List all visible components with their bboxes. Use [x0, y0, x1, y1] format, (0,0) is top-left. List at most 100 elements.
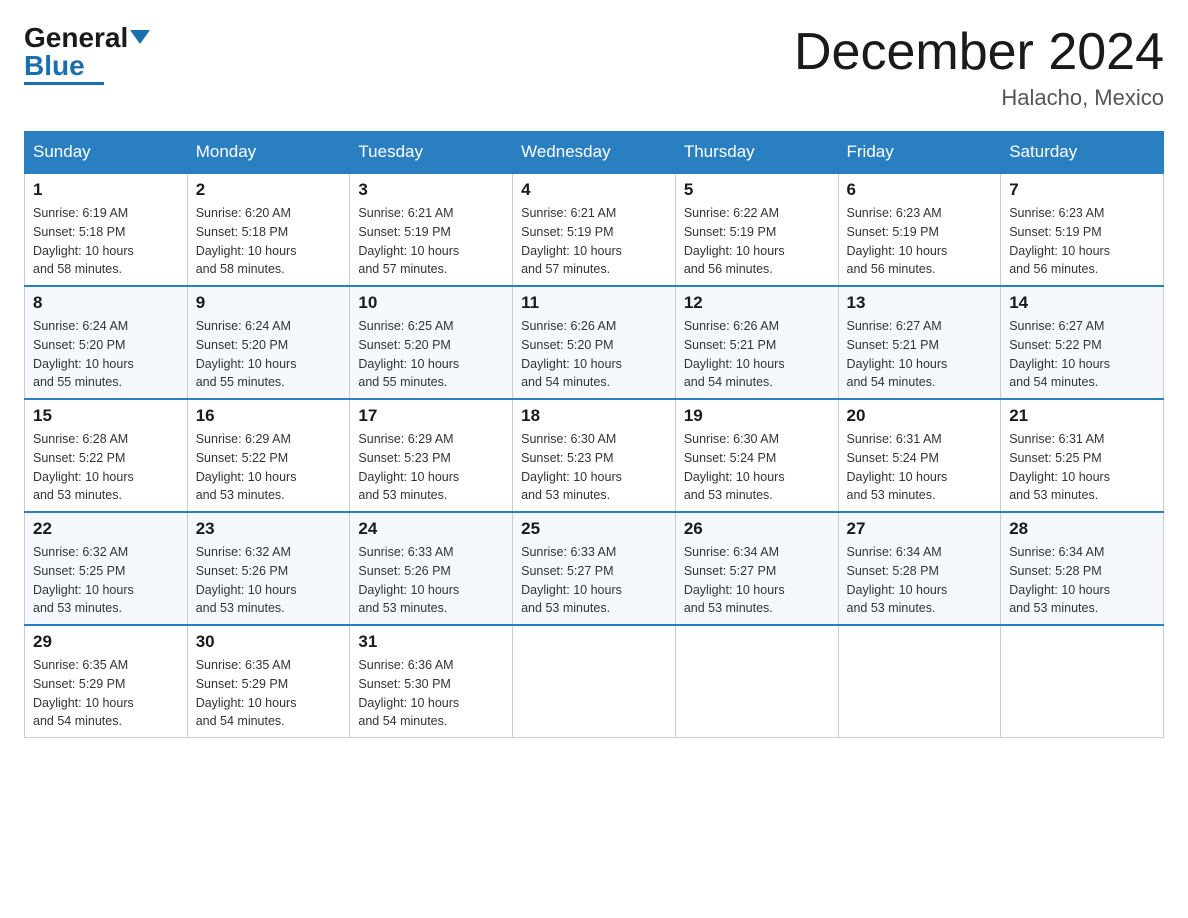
calendar-cell: 3 Sunrise: 6:21 AMSunset: 5:19 PMDaylight… — [350, 173, 513, 286]
day-number: 31 — [358, 632, 504, 652]
week-row-3: 15 Sunrise: 6:28 AMSunset: 5:22 PMDayligh… — [25, 399, 1164, 512]
day-number: 15 — [33, 406, 179, 426]
calendar-cell: 31 Sunrise: 6:36 AMSunset: 5:30 PMDayligh… — [350, 625, 513, 738]
calendar-cell: 24 Sunrise: 6:33 AMSunset: 5:26 PMDayligh… — [350, 512, 513, 625]
column-header-sunday: Sunday — [25, 132, 188, 174]
calendar-cell: 10Sunrise: 6:25 AMSunset: 5:20 PMDayligh… — [350, 286, 513, 399]
calendar-cell: 2Sunrise: 6:20 AMSunset: 5:18 PMDaylight… — [187, 173, 350, 286]
day-info: Sunrise: 6:27 AMSunset: 5:22 PMDaylight:… — [1009, 317, 1155, 392]
day-info: Sunrise: 6:32 AMSunset: 5:25 PMDaylight:… — [33, 543, 179, 618]
day-number: 26 — [684, 519, 830, 539]
day-info: Sunrise: 6:32 AMSunset: 5:26 PMDaylight:… — [196, 543, 342, 618]
calendar-cell: 18 Sunrise: 6:30 AMSunset: 5:23 PMDayligh… — [513, 399, 676, 512]
day-info: Sunrise: 6:19 AMSunset: 5:18 PMDaylight:… — [33, 204, 179, 279]
logo-blue: Blue — [24, 50, 85, 81]
calendar-table: SundayMondayTuesdayWednesdayThursdayFrid… — [24, 131, 1164, 738]
column-header-monday: Monday — [187, 132, 350, 174]
day-info: Sunrise: 6:27 AMSunset: 5:21 PMDaylight:… — [847, 317, 993, 392]
day-number: 12 — [684, 293, 830, 313]
calendar-cell: 1 Sunrise: 6:19 AMSunset: 5:18 PMDaylight… — [25, 173, 188, 286]
day-number: 29 — [33, 632, 179, 652]
calendar-cell: 11Sunrise: 6:26 AMSunset: 5:20 PMDayligh… — [513, 286, 676, 399]
column-header-saturday: Saturday — [1001, 132, 1164, 174]
day-number: 4 — [521, 180, 667, 200]
calendar-cell: 13Sunrise: 6:27 AMSunset: 5:21 PMDayligh… — [838, 286, 1001, 399]
day-number: 20 — [847, 406, 993, 426]
column-header-tuesday: Tuesday — [350, 132, 513, 174]
month-title: December 2024 — [794, 24, 1164, 81]
day-number: 10 — [358, 293, 504, 313]
logo-triangle-icon — [130, 30, 150, 44]
day-number: 5 — [684, 180, 830, 200]
calendar-cell: 25 Sunrise: 6:33 AMSunset: 5:27 PMDayligh… — [513, 512, 676, 625]
day-number: 27 — [847, 519, 993, 539]
day-info: Sunrise: 6:34 AMSunset: 5:28 PMDaylight:… — [847, 543, 993, 618]
calendar-cell: 5 Sunrise: 6:22 AMSunset: 5:19 PMDaylight… — [675, 173, 838, 286]
calendar-cell: 19Sunrise: 6:30 AMSunset: 5:24 PMDayligh… — [675, 399, 838, 512]
day-number: 9 — [196, 293, 342, 313]
column-header-thursday: Thursday — [675, 132, 838, 174]
day-number: 23 — [196, 519, 342, 539]
calendar-cell: 21 Sunrise: 6:31 AMSunset: 5:25 PMDayligh… — [1001, 399, 1164, 512]
day-info: Sunrise: 6:26 AMSunset: 5:21 PMDaylight:… — [684, 317, 830, 392]
day-number: 7 — [1009, 180, 1155, 200]
calendar-cell: 17 Sunrise: 6:29 AMSunset: 5:23 PMDayligh… — [350, 399, 513, 512]
day-info: Sunrise: 6:33 AMSunset: 5:27 PMDaylight:… — [521, 543, 667, 618]
day-number: 3 — [358, 180, 504, 200]
week-row-2: 8 Sunrise: 6:24 AMSunset: 5:20 PMDaylight… — [25, 286, 1164, 399]
day-info: Sunrise: 6:31 AMSunset: 5:24 PMDaylight:… — [847, 430, 993, 505]
day-number: 16 — [196, 406, 342, 426]
calendar-cell: 26 Sunrise: 6:34 AMSunset: 5:27 PMDayligh… — [675, 512, 838, 625]
day-info: Sunrise: 6:33 AMSunset: 5:26 PMDaylight:… — [358, 543, 504, 618]
day-info: Sunrise: 6:29 AMSunset: 5:22 PMDaylight:… — [196, 430, 342, 505]
calendar-cell — [675, 625, 838, 738]
day-info: Sunrise: 6:34 AMSunset: 5:27 PMDaylight:… — [684, 543, 830, 618]
day-number: 17 — [358, 406, 504, 426]
day-info: Sunrise: 6:30 AMSunset: 5:23 PMDaylight:… — [521, 430, 667, 505]
location-subtitle: Halacho, Mexico — [794, 85, 1164, 111]
column-header-wednesday: Wednesday — [513, 132, 676, 174]
week-row-4: 22 Sunrise: 6:32 AMSunset: 5:25 PMDayligh… — [25, 512, 1164, 625]
calendar-cell: 12 Sunrise: 6:26 AMSunset: 5:21 PMDayligh… — [675, 286, 838, 399]
day-info: Sunrise: 6:35 AMSunset: 5:29 PMDaylight:… — [196, 656, 342, 731]
day-number: 24 — [358, 519, 504, 539]
calendar-cell — [838, 625, 1001, 738]
day-info: Sunrise: 6:21 AMSunset: 5:19 PMDaylight:… — [521, 204, 667, 279]
day-info: Sunrise: 6:26 AMSunset: 5:20 PMDaylight:… — [521, 317, 667, 392]
day-number: 18 — [521, 406, 667, 426]
day-info: Sunrise: 6:22 AMSunset: 5:19 PMDaylight:… — [684, 204, 830, 279]
day-info: Sunrise: 6:35 AMSunset: 5:29 PMDaylight:… — [33, 656, 179, 731]
day-info: Sunrise: 6:31 AMSunset: 5:25 PMDaylight:… — [1009, 430, 1155, 505]
day-info: Sunrise: 6:34 AMSunset: 5:28 PMDaylight:… — [1009, 543, 1155, 618]
day-number: 19 — [684, 406, 830, 426]
calendar-cell: 15 Sunrise: 6:28 AMSunset: 5:22 PMDayligh… — [25, 399, 188, 512]
calendar-cell: 20 Sunrise: 6:31 AMSunset: 5:24 PMDayligh… — [838, 399, 1001, 512]
calendar-cell — [1001, 625, 1164, 738]
day-info: Sunrise: 6:21 AMSunset: 5:19 PMDaylight:… — [358, 204, 504, 279]
day-number: 8 — [33, 293, 179, 313]
calendar-header-row: SundayMondayTuesdayWednesdayThursdayFrid… — [25, 132, 1164, 174]
logo-general: General — [24, 22, 128, 53]
day-info: Sunrise: 6:28 AMSunset: 5:22 PMDaylight:… — [33, 430, 179, 505]
day-info: Sunrise: 6:20 AMSunset: 5:18 PMDaylight:… — [196, 204, 342, 279]
day-info: Sunrise: 6:24 AMSunset: 5:20 PMDaylight:… — [33, 317, 179, 392]
calendar-cell: 22 Sunrise: 6:32 AMSunset: 5:25 PMDayligh… — [25, 512, 188, 625]
calendar-cell: 29 Sunrise: 6:35 AMSunset: 5:29 PMDayligh… — [25, 625, 188, 738]
column-header-friday: Friday — [838, 132, 1001, 174]
calendar-cell: 4 Sunrise: 6:21 AMSunset: 5:19 PMDaylight… — [513, 173, 676, 286]
week-row-1: 1 Sunrise: 6:19 AMSunset: 5:18 PMDaylight… — [25, 173, 1164, 286]
day-number: 6 — [847, 180, 993, 200]
day-info: Sunrise: 6:24 AMSunset: 5:20 PMDaylight:… — [196, 317, 342, 392]
day-number: 1 — [33, 180, 179, 200]
day-number: 25 — [521, 519, 667, 539]
calendar-cell — [513, 625, 676, 738]
calendar-cell: 7Sunrise: 6:23 AMSunset: 5:19 PMDaylight… — [1001, 173, 1164, 286]
day-info: Sunrise: 6:29 AMSunset: 5:23 PMDaylight:… — [358, 430, 504, 505]
day-number: 28 — [1009, 519, 1155, 539]
calendar-cell: 16 Sunrise: 6:29 AMSunset: 5:22 PMDayligh… — [187, 399, 350, 512]
calendar-cell: 28 Sunrise: 6:34 AMSunset: 5:28 PMDayligh… — [1001, 512, 1164, 625]
day-number: 22 — [33, 519, 179, 539]
day-info: Sunrise: 6:36 AMSunset: 5:30 PMDaylight:… — [358, 656, 504, 731]
calendar-cell: 6Sunrise: 6:23 AMSunset: 5:19 PMDaylight… — [838, 173, 1001, 286]
day-number: 21 — [1009, 406, 1155, 426]
